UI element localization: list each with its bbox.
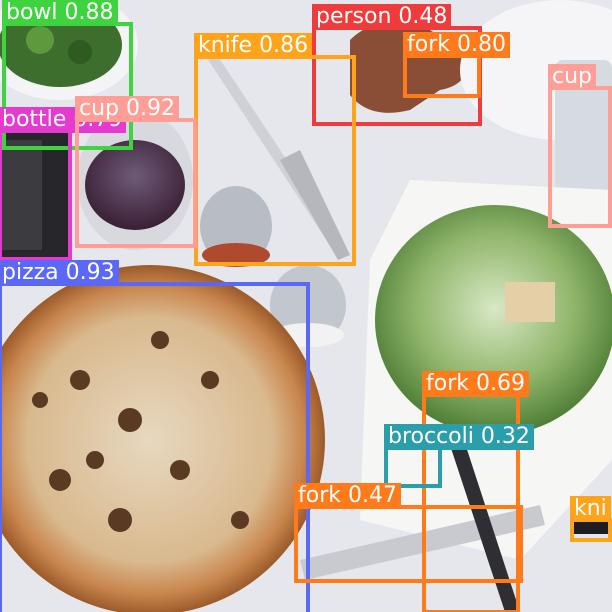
detection-label-knife-right: kni (570, 496, 611, 522)
detection-box-fork-top: fork 0.80 (403, 32, 510, 98)
detection-label-cup-glass: cup 0.92 (75, 96, 179, 122)
detection-box-broccoli: broccoli 0.32 (384, 424, 534, 488)
detection-label-knife: knife 0.86 (194, 33, 313, 59)
detection-box-cup-glass: cup 0.92 (75, 96, 197, 248)
detection-box-knife-right: kni (570, 496, 612, 542)
detection-label-fork-bottom: fork 0.47 (294, 483, 401, 509)
detection-label-fork-right: fork 0.69 (422, 371, 529, 397)
detection-label-cup-right: cup (548, 64, 597, 90)
detection-box-knife: knife 0.86 (194, 33, 356, 266)
detection-box-pizza: pizza 0.93 (0, 260, 310, 612)
detection-box-cup-right: cup (548, 64, 612, 228)
detection-label-broccoli: broccoli 0.32 (384, 424, 534, 450)
detection-label-bowl: bowl 0.88 (2, 0, 118, 26)
detection-label-fork-top: fork 0.80 (403, 32, 510, 58)
detection-scene: bowl 0.88 person 0.48 knife 0.86 fork 0.… (0, 0, 612, 612)
detection-label-pizza: pizza 0.93 (0, 260, 119, 286)
detection-label-person: person 0.48 (312, 4, 452, 30)
detection-box-bottle: bottle 0.79 (0, 107, 127, 261)
detection-box-fork-bottom: fork 0.47 (294, 483, 523, 583)
